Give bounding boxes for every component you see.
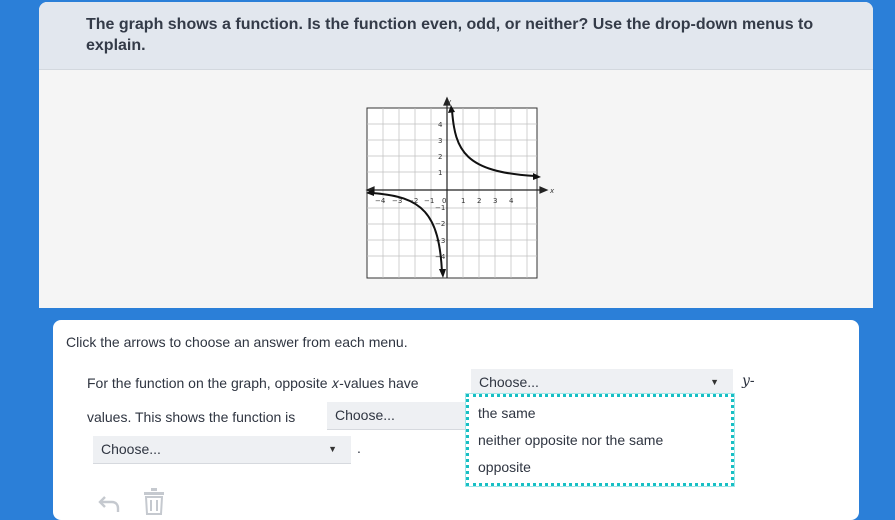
y-tick: −1: [435, 204, 445, 212]
trash-icon[interactable]: [142, 487, 166, 515]
x-tick: 3: [493, 197, 497, 205]
dropdown-arrow-icon[interactable]: ▼: [328, 444, 337, 454]
undo-icon[interactable]: [97, 492, 121, 514]
dropdown-select-1[interactable]: Choose... ▼: [471, 369, 733, 397]
y-axis-label: y: [446, 98, 452, 106]
dropdown-menu-1[interactable]: the same neither opposite nor the same o…: [466, 394, 734, 486]
function-graph: x y −4 −3 −2 −1 0 1 2 3 4 4 3 2 1 −1 −2 …: [365, 96, 555, 281]
x-tick: −1: [424, 197, 434, 205]
instructions-text: Click the arrows to choose an answer fro…: [66, 334, 408, 350]
y-tick: 1: [438, 169, 442, 177]
dropdown-select-2[interactable]: Choose...: [327, 402, 467, 430]
dropdown-option[interactable]: opposite: [478, 459, 531, 475]
x-tick: 2: [477, 197, 481, 205]
x-tick: 1: [461, 197, 465, 205]
y-tick: 3: [438, 137, 442, 145]
answer-card: Click the arrows to choose an answer fro…: [53, 320, 859, 520]
dropdown-arrow-icon[interactable]: ▼: [710, 377, 719, 387]
sentence-part1-after: y-: [742, 373, 755, 389]
y-tick: 2: [438, 153, 442, 161]
dropdown-option[interactable]: the same: [478, 405, 536, 421]
graph-svg: x y −4 −3 −2 −1 0 1 2 3 4 4 3 2 1 −1 −2 …: [365, 96, 555, 279]
select-1-value: Choose...: [479, 374, 539, 390]
question-prompt: The graph shows a function. Is the funct…: [39, 2, 873, 70]
sentence-period: .: [357, 440, 361, 456]
x-axis-label: x: [549, 187, 555, 195]
sentence-part2: values. This shows the function is: [87, 409, 296, 425]
dropdown-select-3[interactable]: Choose... ▼: [93, 436, 351, 464]
x-tick: −4: [375, 197, 386, 205]
dropdown-option[interactable]: neither opposite nor the same: [478, 432, 663, 448]
x-tick: 4: [509, 197, 514, 205]
question-card: The graph shows a function. Is the funct…: [39, 2, 873, 308]
select-2-value: Choose...: [335, 407, 395, 423]
y-tick: 4: [438, 121, 443, 129]
sentence-part1: For the function on the graph, opposite …: [87, 375, 419, 391]
select-3-value: Choose...: [101, 441, 161, 457]
y-tick: −2: [435, 220, 445, 228]
